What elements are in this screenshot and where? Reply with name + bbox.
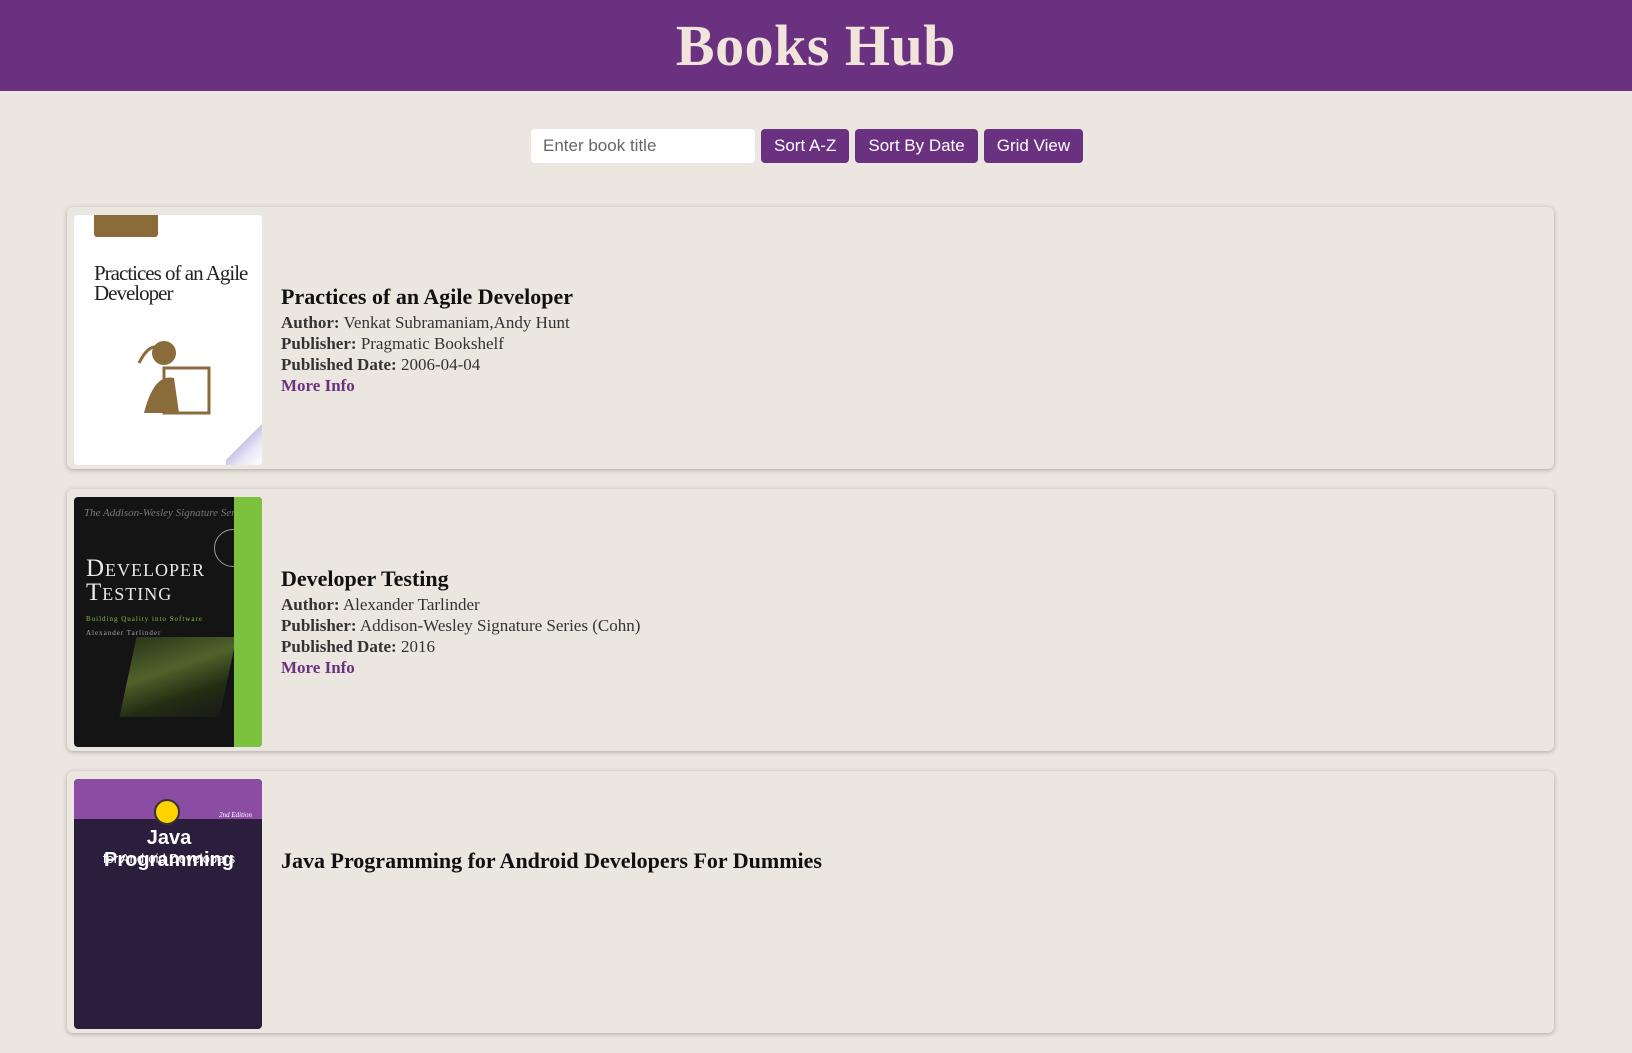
cover-edition-text: 2nd Edition (219, 811, 252, 819)
book-cover-image: Practices of an Agile Developer (74, 215, 262, 465)
publisher-label: Publisher: (281, 334, 357, 353)
more-info-link[interactable]: More Info (281, 375, 355, 396)
book-cover-image: The Addison-Wesley Signature Series Deve… (74, 497, 262, 747)
cover-subtitle-text: Building Quality into Software (86, 615, 203, 623)
book-publisher-row: Publisher: Addison-Wesley Signature Seri… (281, 615, 640, 636)
book-date-row: Published Date: 2006-04-04 (281, 354, 573, 375)
book-info: Java Programming for Android Developers … (281, 849, 822, 876)
field-image-decoration (119, 637, 237, 717)
book-publisher: Addison-Wesley Signature Series (Cohn) (359, 616, 641, 635)
sort-az-button[interactable]: Sort A-Z (761, 129, 850, 163)
book-publisher: Pragmatic Bookshelf (360, 334, 504, 353)
dummies-logo-icon (154, 799, 180, 825)
sort-by-date-button[interactable]: Sort By Date (855, 129, 978, 163)
book-date-row: Published Date: 2016 (281, 636, 640, 657)
cover-spine-stripe (234, 497, 262, 747)
book-card: 2nd Edition Java Programming for Android… (67, 771, 1554, 1033)
publisher-label: Publisher: (281, 616, 357, 635)
book-title: Java Programming for Android Developers … (281, 848, 822, 873)
author-label: Author: (281, 595, 340, 614)
book-author: Alexander Tarlinder (342, 595, 480, 614)
book-publisher-row: Publisher: Pragmatic Bookshelf (281, 333, 573, 354)
cover-series-text: The Addison-Wesley Signature Series (84, 507, 248, 519)
published-date-label: Published Date: (281, 355, 397, 374)
book-info: Developer Testing Author: Alexander Tarl… (281, 567, 640, 678)
cover-author-text: Alexander Tarlinder (86, 629, 162, 637)
book-cover-image: 2nd Edition Java Programming for Android… (74, 779, 262, 1029)
published-date-label: Published Date: (281, 637, 397, 656)
search-input[interactable] (531, 129, 755, 163)
book-author: Venkat Subramaniam,Andy Hunt (343, 313, 570, 332)
book-title: Practices of an Agile Developer (281, 284, 574, 309)
book-published-date: 2016 (400, 637, 435, 656)
book-list: Practices of an Agile Developer Practice… (67, 207, 1554, 1053)
book-title: Developer Testing (281, 566, 449, 591)
grid-view-button[interactable]: Grid View (983, 129, 1084, 163)
publisher-tab-decoration (94, 215, 158, 237)
page-header: Books Hub (0, 0, 1632, 91)
book-card: Practices of an Agile Developer Practice… (67, 207, 1554, 469)
page-curl-decoration (226, 417, 262, 465)
more-info-link[interactable]: More Info (281, 657, 355, 678)
book-author-row: Author: Venkat Subramaniam,Andy Hunt (281, 312, 573, 333)
cover-subtitle-text: for Android Developers (102, 851, 236, 866)
book-author-row: Author: Alexander Tarlinder (281, 594, 640, 615)
developer-illustration-icon (137, 341, 211, 415)
cover-title-text: Practices of an Agile Developer (94, 261, 248, 305)
book-card: The Addison-Wesley Signature Series Deve… (67, 489, 1554, 751)
author-label: Author: (281, 313, 340, 332)
toolbar: Sort A-Z Sort By Date Grid View (531, 129, 1084, 163)
book-published-date: 2006-04-04 (400, 355, 481, 374)
book-info: Practices of an Agile Developer Author: … (281, 285, 573, 396)
page-title: Books Hub (675, 13, 957, 78)
